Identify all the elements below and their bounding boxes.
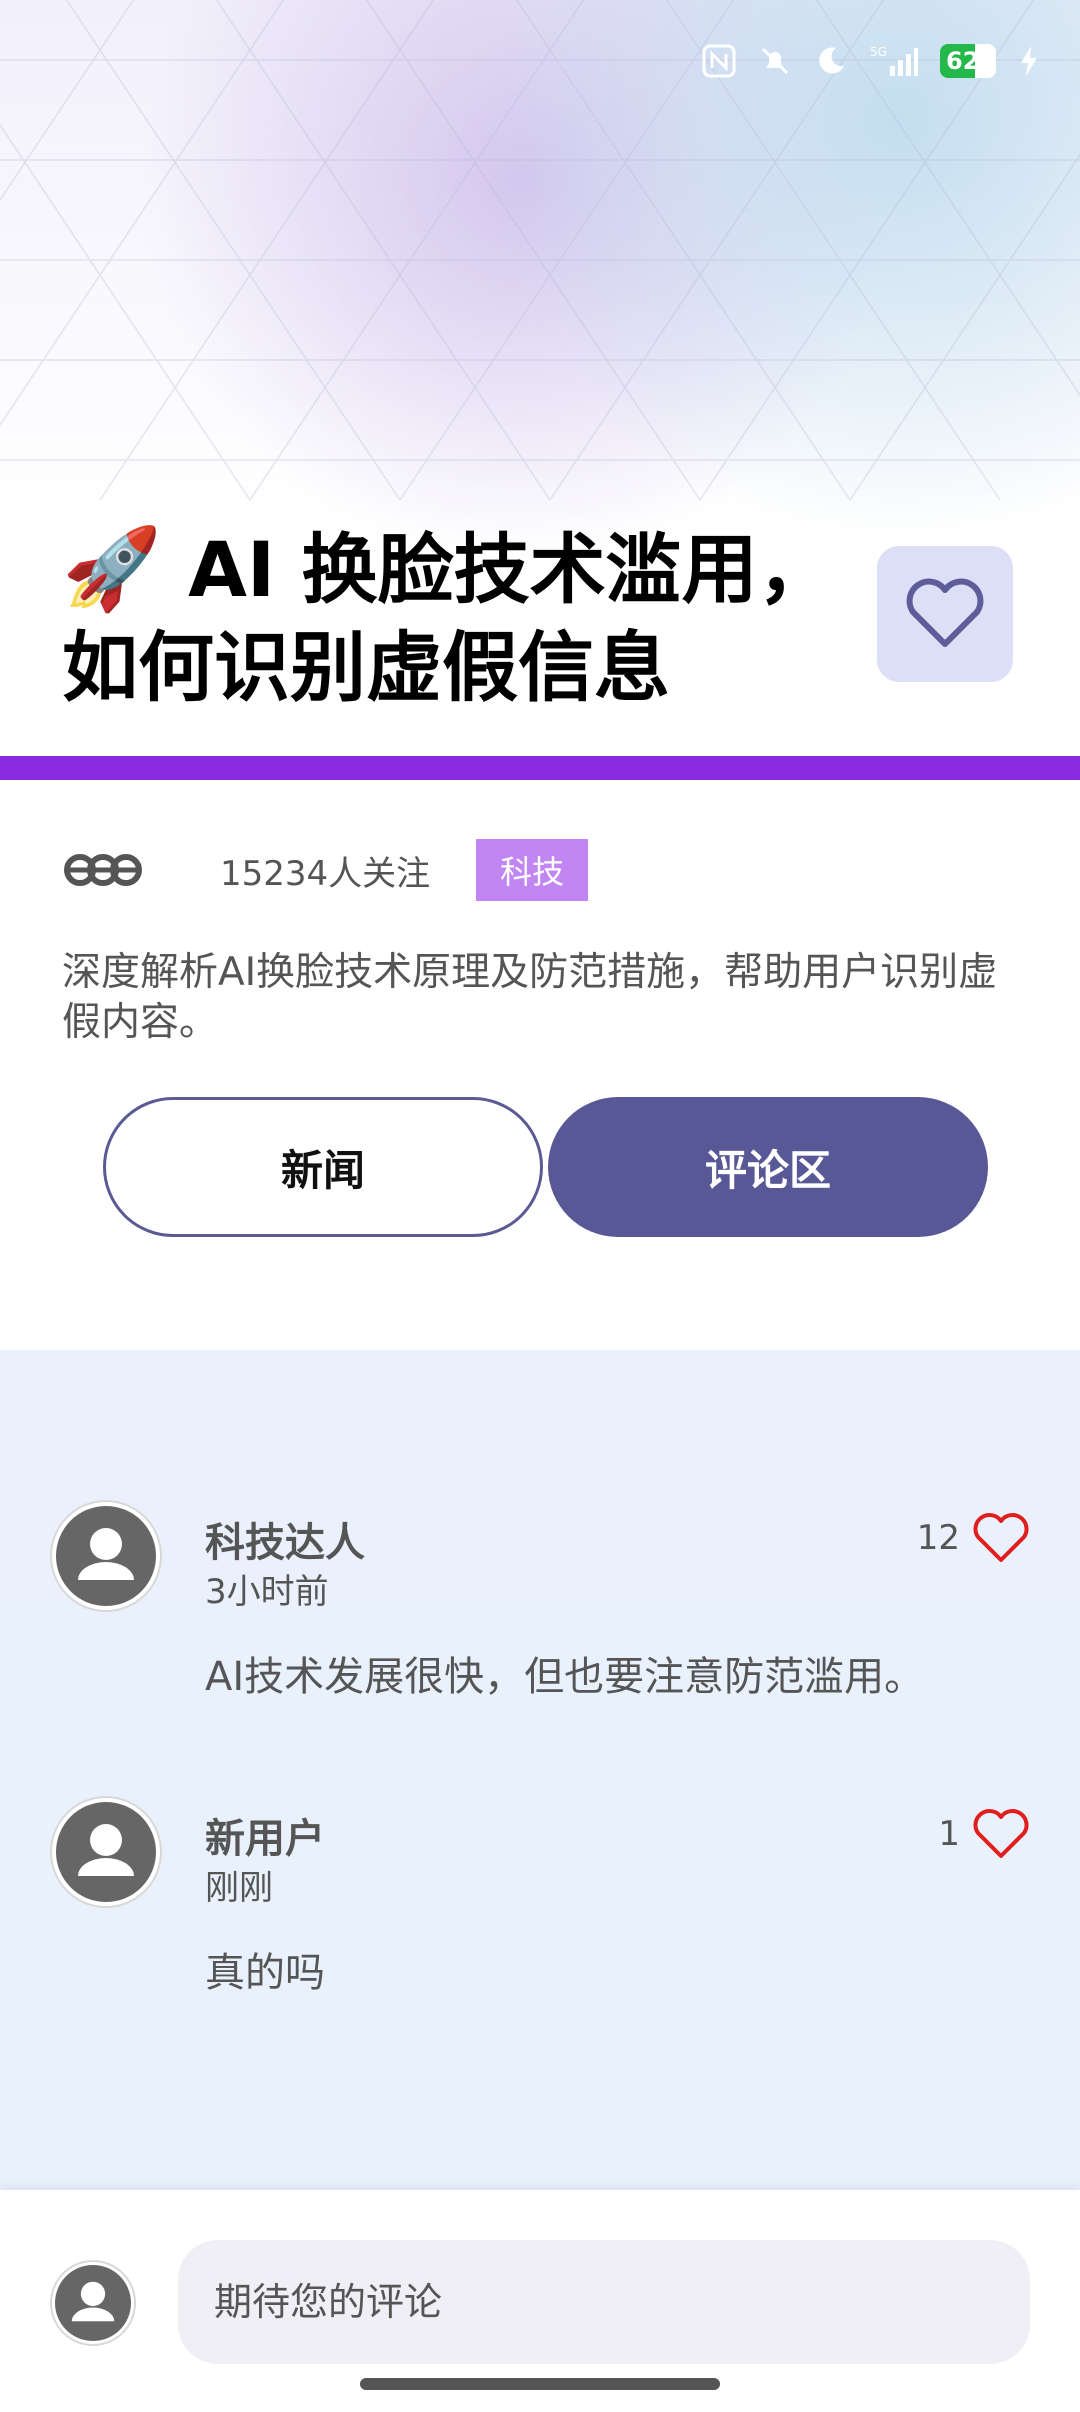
- charging-icon: [1018, 44, 1040, 78]
- battery-icon: 62: [940, 44, 996, 78]
- like-count: 1: [938, 1814, 960, 1854]
- heart-outline-icon: [973, 1809, 1029, 1858]
- mute-bell-icon: [758, 44, 792, 78]
- accent-divider: [0, 756, 1080, 780]
- comment-time: 3小时前: [205, 1572, 329, 1612]
- comment-list: 科技达人 3小时前 12 AI技术发展很快，但也要注意防范滥用。 新用户 刚刚 …: [0, 1350, 1080, 2190]
- moon-icon: [814, 44, 848, 78]
- comment-item: 新用户 刚刚 1 真的吗: [0, 1796, 1080, 2056]
- article-description: 深度解析AI换脸技术原理及防范措施，帮助用户识别虚假内容。: [62, 950, 998, 1045]
- page-title: 🚀 AI 换脸技术滥用，如何识别虚假信息: [62, 520, 842, 717]
- followers-count: 15234人关注: [220, 853, 431, 894]
- like-button[interactable]: 12: [917, 1512, 1030, 1564]
- signal-5g-icon: 5G: [870, 44, 918, 78]
- status-bar: 5G 62: [702, 36, 1040, 86]
- user-avatar-icon: [56, 1802, 156, 1902]
- tab-comments[interactable]: 评论区: [548, 1097, 988, 1237]
- comment-author[interactable]: 科技达人: [205, 1510, 365, 1568]
- user-avatar-icon: [55, 2265, 131, 2341]
- meta-row: 15234人关注 科技: [62, 839, 1018, 901]
- like-button[interactable]: 1: [938, 1808, 1030, 1860]
- like-count: 12: [916, 1518, 960, 1558]
- comment-input[interactable]: [178, 2240, 1030, 2364]
- comment-text: AI技术发展很快，但也要注意防范滥用。: [205, 1654, 925, 1700]
- home-indicator[interactable]: [360, 2378, 720, 2390]
- avatar[interactable]: [50, 1796, 162, 1908]
- comment-item: 科技达人 3小时前 12 AI技术发展很快，但也要注意防范滥用。: [0, 1500, 1080, 1760]
- tab-news[interactable]: 新闻: [103, 1097, 543, 1237]
- comment-text: 真的吗: [205, 1950, 325, 1996]
- comment-author[interactable]: 新用户: [205, 1806, 325, 1864]
- source-logo-icon: [64, 854, 142, 886]
- category-tag[interactable]: 科技: [476, 839, 589, 901]
- user-avatar-icon: [56, 1506, 156, 1606]
- my-avatar[interactable]: [50, 2260, 136, 2346]
- heart-outline-icon: [973, 1513, 1029, 1562]
- rocket-emoji: 🚀: [62, 522, 162, 615]
- svg-text:5G: 5G: [870, 45, 887, 59]
- nfc-icon: [702, 44, 736, 78]
- avatar[interactable]: [50, 1500, 162, 1612]
- favorite-button[interactable]: [877, 546, 1013, 682]
- page-title-text: AI 换脸技术滥用，如何识别虚假信息: [62, 525, 834, 712]
- comment-time: 刚刚: [205, 1868, 273, 1908]
- heart-outline-icon: [906, 578, 984, 647]
